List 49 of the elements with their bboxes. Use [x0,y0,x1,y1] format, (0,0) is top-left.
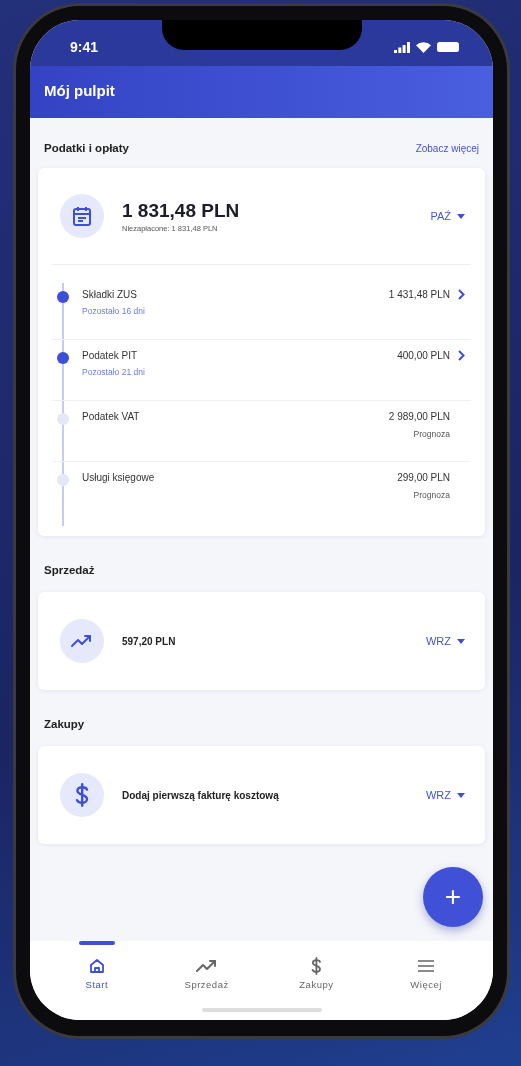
total-amount: 1 831,48 PLN [122,199,240,222]
tax-amount: 299,00 PLN [397,472,450,483]
status-time: 9:41 [70,39,99,55]
chevron-right-icon [458,289,465,300]
add-button[interactable]: + [423,867,483,927]
wifi-icon [416,41,431,53]
trend-icon [71,634,93,648]
tax-name: Składki ZUS [82,289,138,300]
nav-tab[interactable]: Zakupy [261,941,372,990]
nav-tab[interactable]: Sprzedaż [151,941,262,990]
dollar-icon [74,783,90,807]
nav-tab[interactable]: Więcej [371,941,481,990]
caret-icon [457,213,465,219]
caret-icon [457,792,465,798]
active-indicator [78,941,115,945]
month-dropdown[interactable]: WRZ [425,631,465,651]
tax-amount: 400,00 PLN [397,350,450,361]
nav-tab[interactable]: Start [42,941,152,990]
sales-amount: 597,20 PLN [122,635,176,647]
timeline-dot [57,474,69,486]
caret-icon [457,638,465,644]
days-left: Pozostało 21 dni [82,367,145,377]
tax-name: Podatek VAT [82,411,140,422]
screen-title: Mój pulpit [44,82,115,99]
signal-icon [394,41,410,53]
battery-icon [437,42,459,52]
tax-amount: 2 989,00 PLN [388,411,450,422]
forecast-label: Prognoza [413,490,450,500]
section-title: Sprzedaż [44,564,95,576]
see-more-link[interactable]: Zobacz więcej [415,142,479,154]
timeline-dot [57,413,69,425]
month-dropdown[interactable]: WRZ [425,785,465,805]
menu-icon [418,960,435,972]
timeline-dot [57,291,69,303]
tax-name: Podatek PIT [82,350,139,361]
section-title: Zakupy [44,718,85,730]
chevron-right-icon [458,350,465,361]
days-left: Pozostało 16 dni [82,306,145,316]
forecast-label: Prognoza [413,429,450,439]
tax-amount: 1 431,48 PLN [388,289,450,300]
dollar-icon [310,957,322,975]
tax-name: Usługi księgowe [82,472,155,483]
timeline-dot [57,352,69,364]
home-icon [88,958,105,974]
add-invoice-text: Dodaj pierwszą fakturę kosztową [122,789,279,801]
section-title: Podatki i opłaty [44,142,129,154]
trend-icon [195,959,218,973]
month-dropdown[interactable]: PAŹ [430,206,465,226]
calendar-icon [73,206,91,226]
